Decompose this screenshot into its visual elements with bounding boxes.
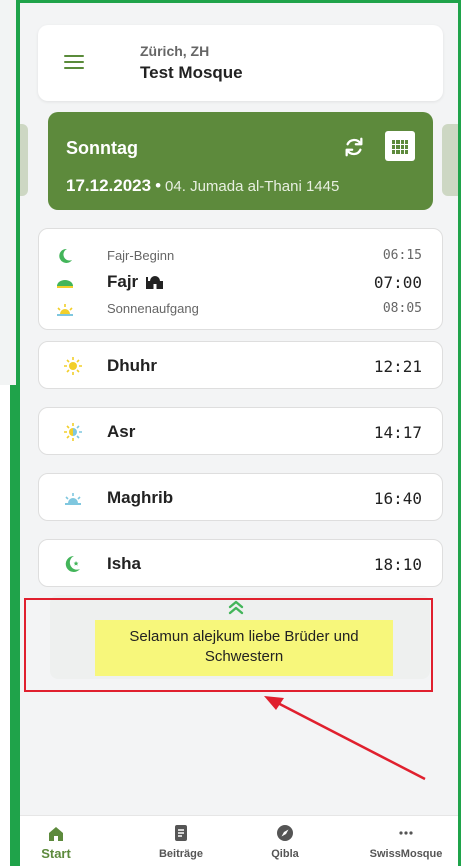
sunrise-time: 08:05 — [382, 301, 422, 316]
nav-posts-label: Beiträge — [158, 848, 204, 860]
highlight-box — [24, 598, 433, 692]
gregorian-date: 17.12.2023 — [66, 176, 152, 195]
prayer-time: 12:21 — [373, 357, 422, 376]
prayer-name: Asr — [107, 422, 136, 441]
app-container: Zürich, ZH Test Mosque Sonntag 17.12.202… — [20, 3, 458, 866]
date-separator: • — [155, 176, 162, 195]
left-panel-edge — [0, 0, 17, 385]
more-dots-icon — [399, 831, 413, 835]
prayer-time: 16:40 — [373, 489, 422, 508]
nav-more-label: SwissMosque — [369, 848, 443, 860]
hamburger-menu-icon[interactable] — [64, 55, 84, 71]
sunrise-label: Sonnenaufgang — [107, 301, 199, 316]
nav-more[interactable]: SwissMosque — [356, 816, 456, 866]
prayer-row-asr[interactable]: Asr 14:17 — [38, 407, 443, 455]
header-card: Zürich, ZH Test Mosque — [38, 25, 443, 101]
prayer-time: 18:10 — [373, 555, 422, 574]
sunset-icon — [65, 493, 81, 505]
fajr-label-wrap: Fajr — [107, 272, 164, 292]
nav-start-label: Start — [41, 846, 71, 861]
prayer-name: Maghrib — [107, 488, 174, 507]
fajr-card[interactable]: Fajr-Beginn 06:15 Fajr 07:00 Sonnenaufga… — [38, 228, 443, 330]
prayer-time: 14:17 — [373, 423, 422, 442]
next-day-card[interactable] — [442, 124, 458, 196]
fajr-begin-label: Fajr-Beginn — [107, 248, 175, 263]
hijri-date: 04. Jumada al-Thani 1445 — [165, 178, 340, 195]
fajr-time: 07:00 — [373, 273, 422, 292]
document-icon — [175, 825, 187, 841]
weekday: Sonntag — [66, 138, 138, 158]
nav-qibla[interactable]: Qibla — [250, 816, 320, 866]
bottom-navigation: Start Beiträge Qibla SwissMosque — [20, 815, 458, 866]
location-city: Zürich, ZH — [140, 43, 210, 59]
date-card: Sonntag 17.12.2023 • 04. Jumada al-Thani 1… — [48, 112, 433, 210]
crescent-star-icon — [65, 555, 80, 572]
date-line: 17.12.2023 • 04. Jumada al-Thani 1445 — [66, 176, 339, 196]
calendar-icon[interactable] — [385, 131, 415, 161]
sunrise-icon — [57, 304, 73, 316]
refresh-icon[interactable] — [343, 136, 365, 158]
prayer-row-isha[interactable]: Isha 18:10 — [38, 539, 443, 587]
mosque-name[interactable]: Test Mosque — [140, 63, 243, 83]
sun-half-icon — [64, 423, 82, 441]
mosque-icon — [146, 276, 164, 289]
fajr-row: Fajr 07:00 — [39, 272, 442, 292]
sunrise-row: Sonnenaufgang 08:05 — [39, 299, 442, 319]
nav-posts[interactable]: Beiträge — [136, 816, 226, 866]
sunrise-horizon-icon — [57, 280, 73, 288]
home-icon — [49, 827, 63, 841]
nav-start[interactable]: Start — [26, 816, 86, 866]
compass-icon — [277, 825, 293, 841]
nav-qibla-label: Qibla — [271, 848, 299, 860]
fajr-begin-row: Fajr-Beginn 06:15 — [39, 246, 442, 266]
prayer-row-dhuhr[interactable]: Dhuhr 12:21 — [38, 341, 443, 389]
fajr-begin-time: 06:15 — [382, 248, 422, 263]
prayer-name: Isha — [107, 554, 142, 573]
prayer-row-maghrib[interactable]: Maghrib 16:40 — [38, 473, 443, 521]
crescent-icon — [59, 248, 72, 263]
previous-day-card[interactable] — [20, 124, 28, 196]
sun-icon — [64, 357, 82, 375]
annotation-arrow — [264, 696, 426, 781]
screen: Zürich, ZH Test Mosque Sonntag 17.12.202… — [0, 0, 461, 866]
prayer-name: Dhuhr — [107, 356, 158, 375]
fajr-label: Fajr — [107, 272, 139, 291]
